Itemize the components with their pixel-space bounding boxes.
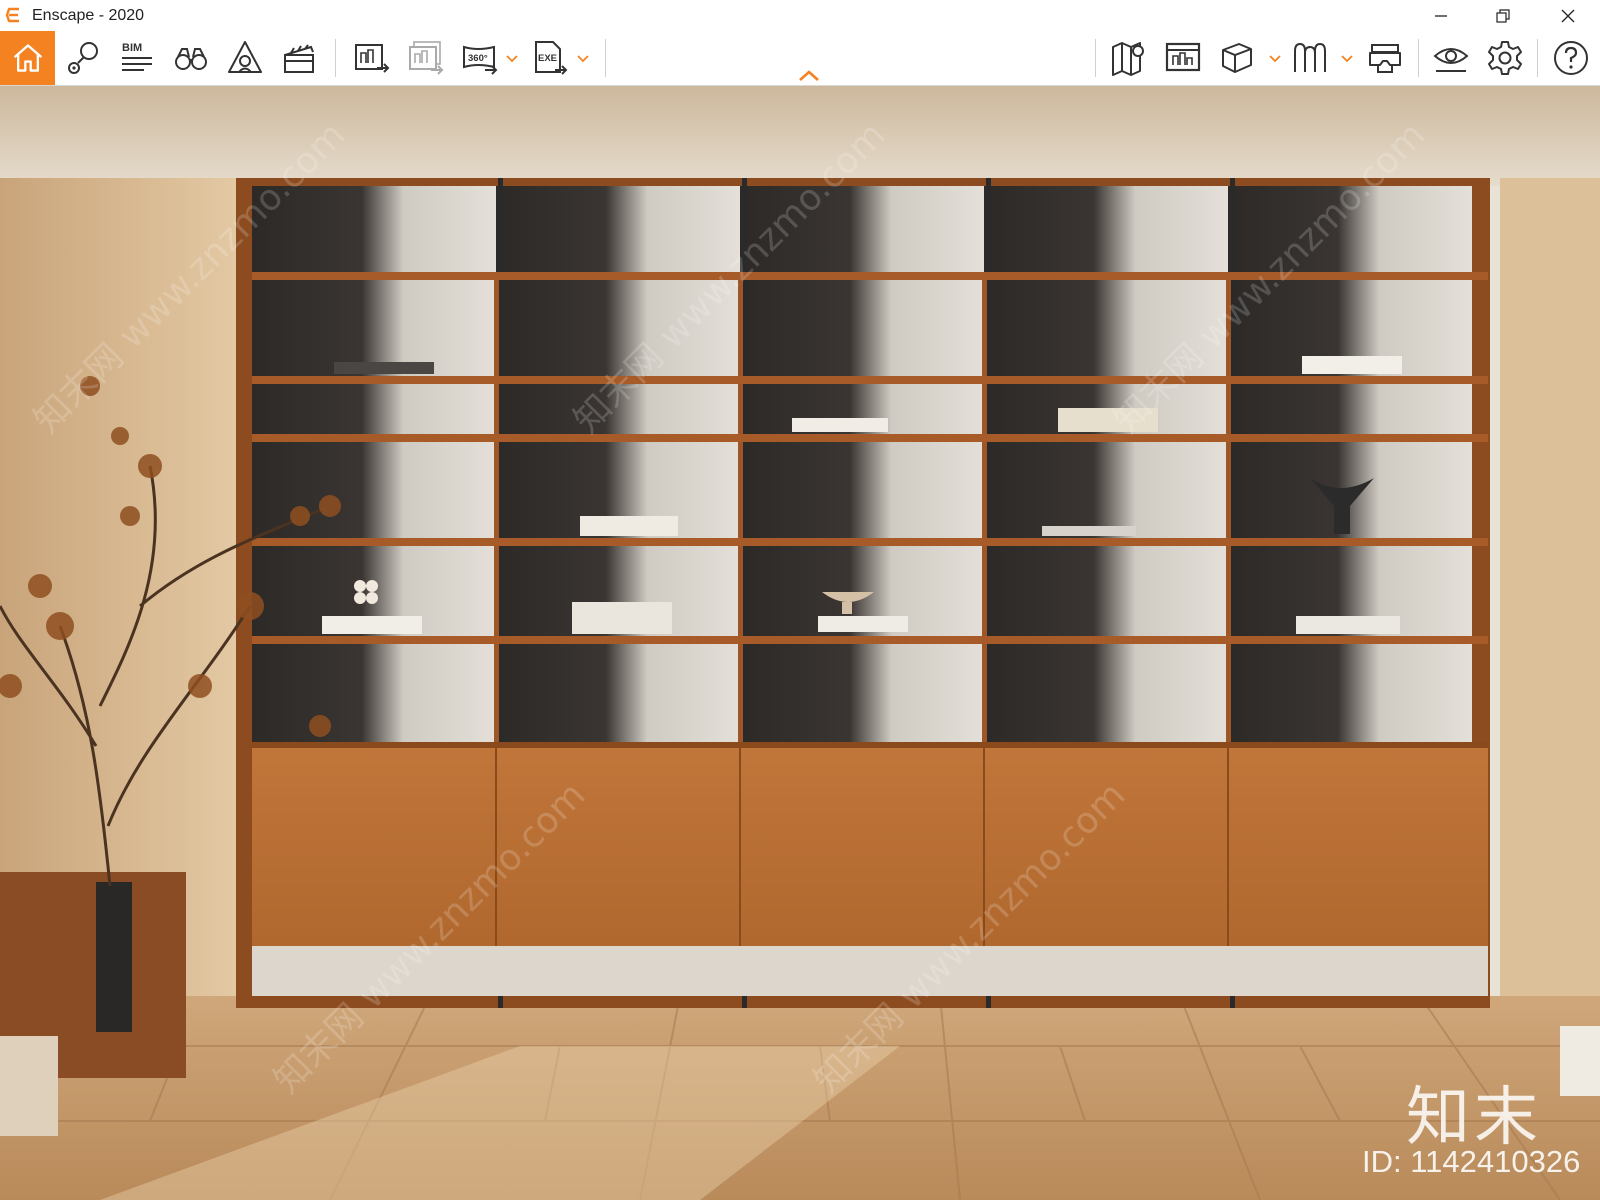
chevron-down-icon — [506, 55, 518, 63]
batch-export-button[interactable] — [401, 33, 451, 83]
capture-manager-button[interactable] — [1158, 33, 1208, 83]
enscape-logo-icon — [5, 7, 19, 23]
restore-icon — [1496, 8, 1510, 23]
window-title: Enscape - 2020 — [32, 7, 145, 24]
bim-button[interactable]: BIM — [112, 33, 162, 83]
chevron-down-icon — [577, 55, 589, 63]
screenshot-export-button[interactable] — [347, 33, 397, 83]
exe-export-icon: EXE — [535, 41, 568, 75]
home-icon — [13, 44, 42, 72]
vr-headset-icon — [1369, 44, 1401, 73]
close-button[interactable] — [1545, 0, 1591, 31]
close-icon — [1561, 9, 1575, 22]
chevron-down-icon — [1341, 55, 1353, 63]
help-icon — [1554, 41, 1588, 75]
clapperboard-icon — [284, 44, 314, 73]
eye-icon — [1433, 48, 1469, 72]
panorama-dropdown[interactable] — [505, 49, 519, 69]
bim-icon: BIM — [122, 42, 152, 71]
toolbar-separator — [335, 39, 336, 77]
batch-export-icon — [409, 41, 444, 75]
title-bar: Enscape - 2020 — [0, 0, 1600, 31]
map-button[interactable] — [1104, 33, 1154, 83]
vr-headset-button[interactable] — [1360, 33, 1410, 83]
render-viewport[interactable]: 知末网 www.znzmo.com 知末网 www.znzmo.com 知末网 … — [0, 86, 1600, 1200]
help-button[interactable] — [1546, 33, 1596, 83]
exe-export-button[interactable]: EXE — [525, 33, 575, 83]
svg-text:BIM: BIM — [122, 42, 142, 54]
toolbar-separator — [1418, 39, 1419, 77]
chevron-up-icon[interactable] — [796, 67, 822, 83]
chevron-down-icon — [1269, 55, 1281, 63]
visibility-button[interactable] — [1426, 33, 1476, 83]
restore-button[interactable] — [1480, 0, 1526, 31]
watermark-id: ID: 1142410326 — [1362, 1144, 1581, 1179]
video-editor-button[interactable] — [274, 33, 324, 83]
toolbar-separator — [605, 39, 606, 77]
minimize-button[interactable] — [1418, 0, 1464, 31]
toolbar-separator — [1537, 39, 1538, 77]
atmosphere-icon — [228, 41, 262, 73]
cube-icon — [1222, 43, 1252, 73]
map-pin-icon — [68, 42, 98, 74]
views-button[interactable] — [58, 33, 108, 83]
render-export-icon — [355, 44, 390, 73]
material-editor-dropdown[interactable] — [1340, 49, 1354, 69]
material-icon — [1294, 42, 1326, 72]
home-button[interactable] — [0, 31, 55, 85]
binoculars-button[interactable] — [166, 33, 216, 83]
atmosphere-button[interactable] — [220, 33, 270, 83]
minimize-icon — [1435, 14, 1447, 17]
capture-icon — [1165, 42, 1201, 72]
panorama-360-icon: 360° — [463, 45, 498, 75]
material-editor-button[interactable] — [1285, 33, 1335, 83]
settings-button[interactable] — [1480, 33, 1530, 83]
asset-library-button[interactable] — [1212, 33, 1262, 83]
svg-text:EXE: EXE — [538, 53, 557, 64]
panorama-button[interactable]: 360° — [455, 33, 505, 83]
gear-icon — [1488, 41, 1522, 75]
svg-text:360°: 360° — [468, 53, 488, 64]
map-icon — [1112, 42, 1144, 76]
exe-export-dropdown[interactable] — [576, 49, 590, 69]
asset-library-dropdown[interactable] — [1268, 49, 1282, 69]
toolbar: BIM 360° EXE — [0, 31, 1600, 86]
binoculars-icon — [175, 48, 207, 70]
toolbar-separator — [1095, 39, 1096, 77]
